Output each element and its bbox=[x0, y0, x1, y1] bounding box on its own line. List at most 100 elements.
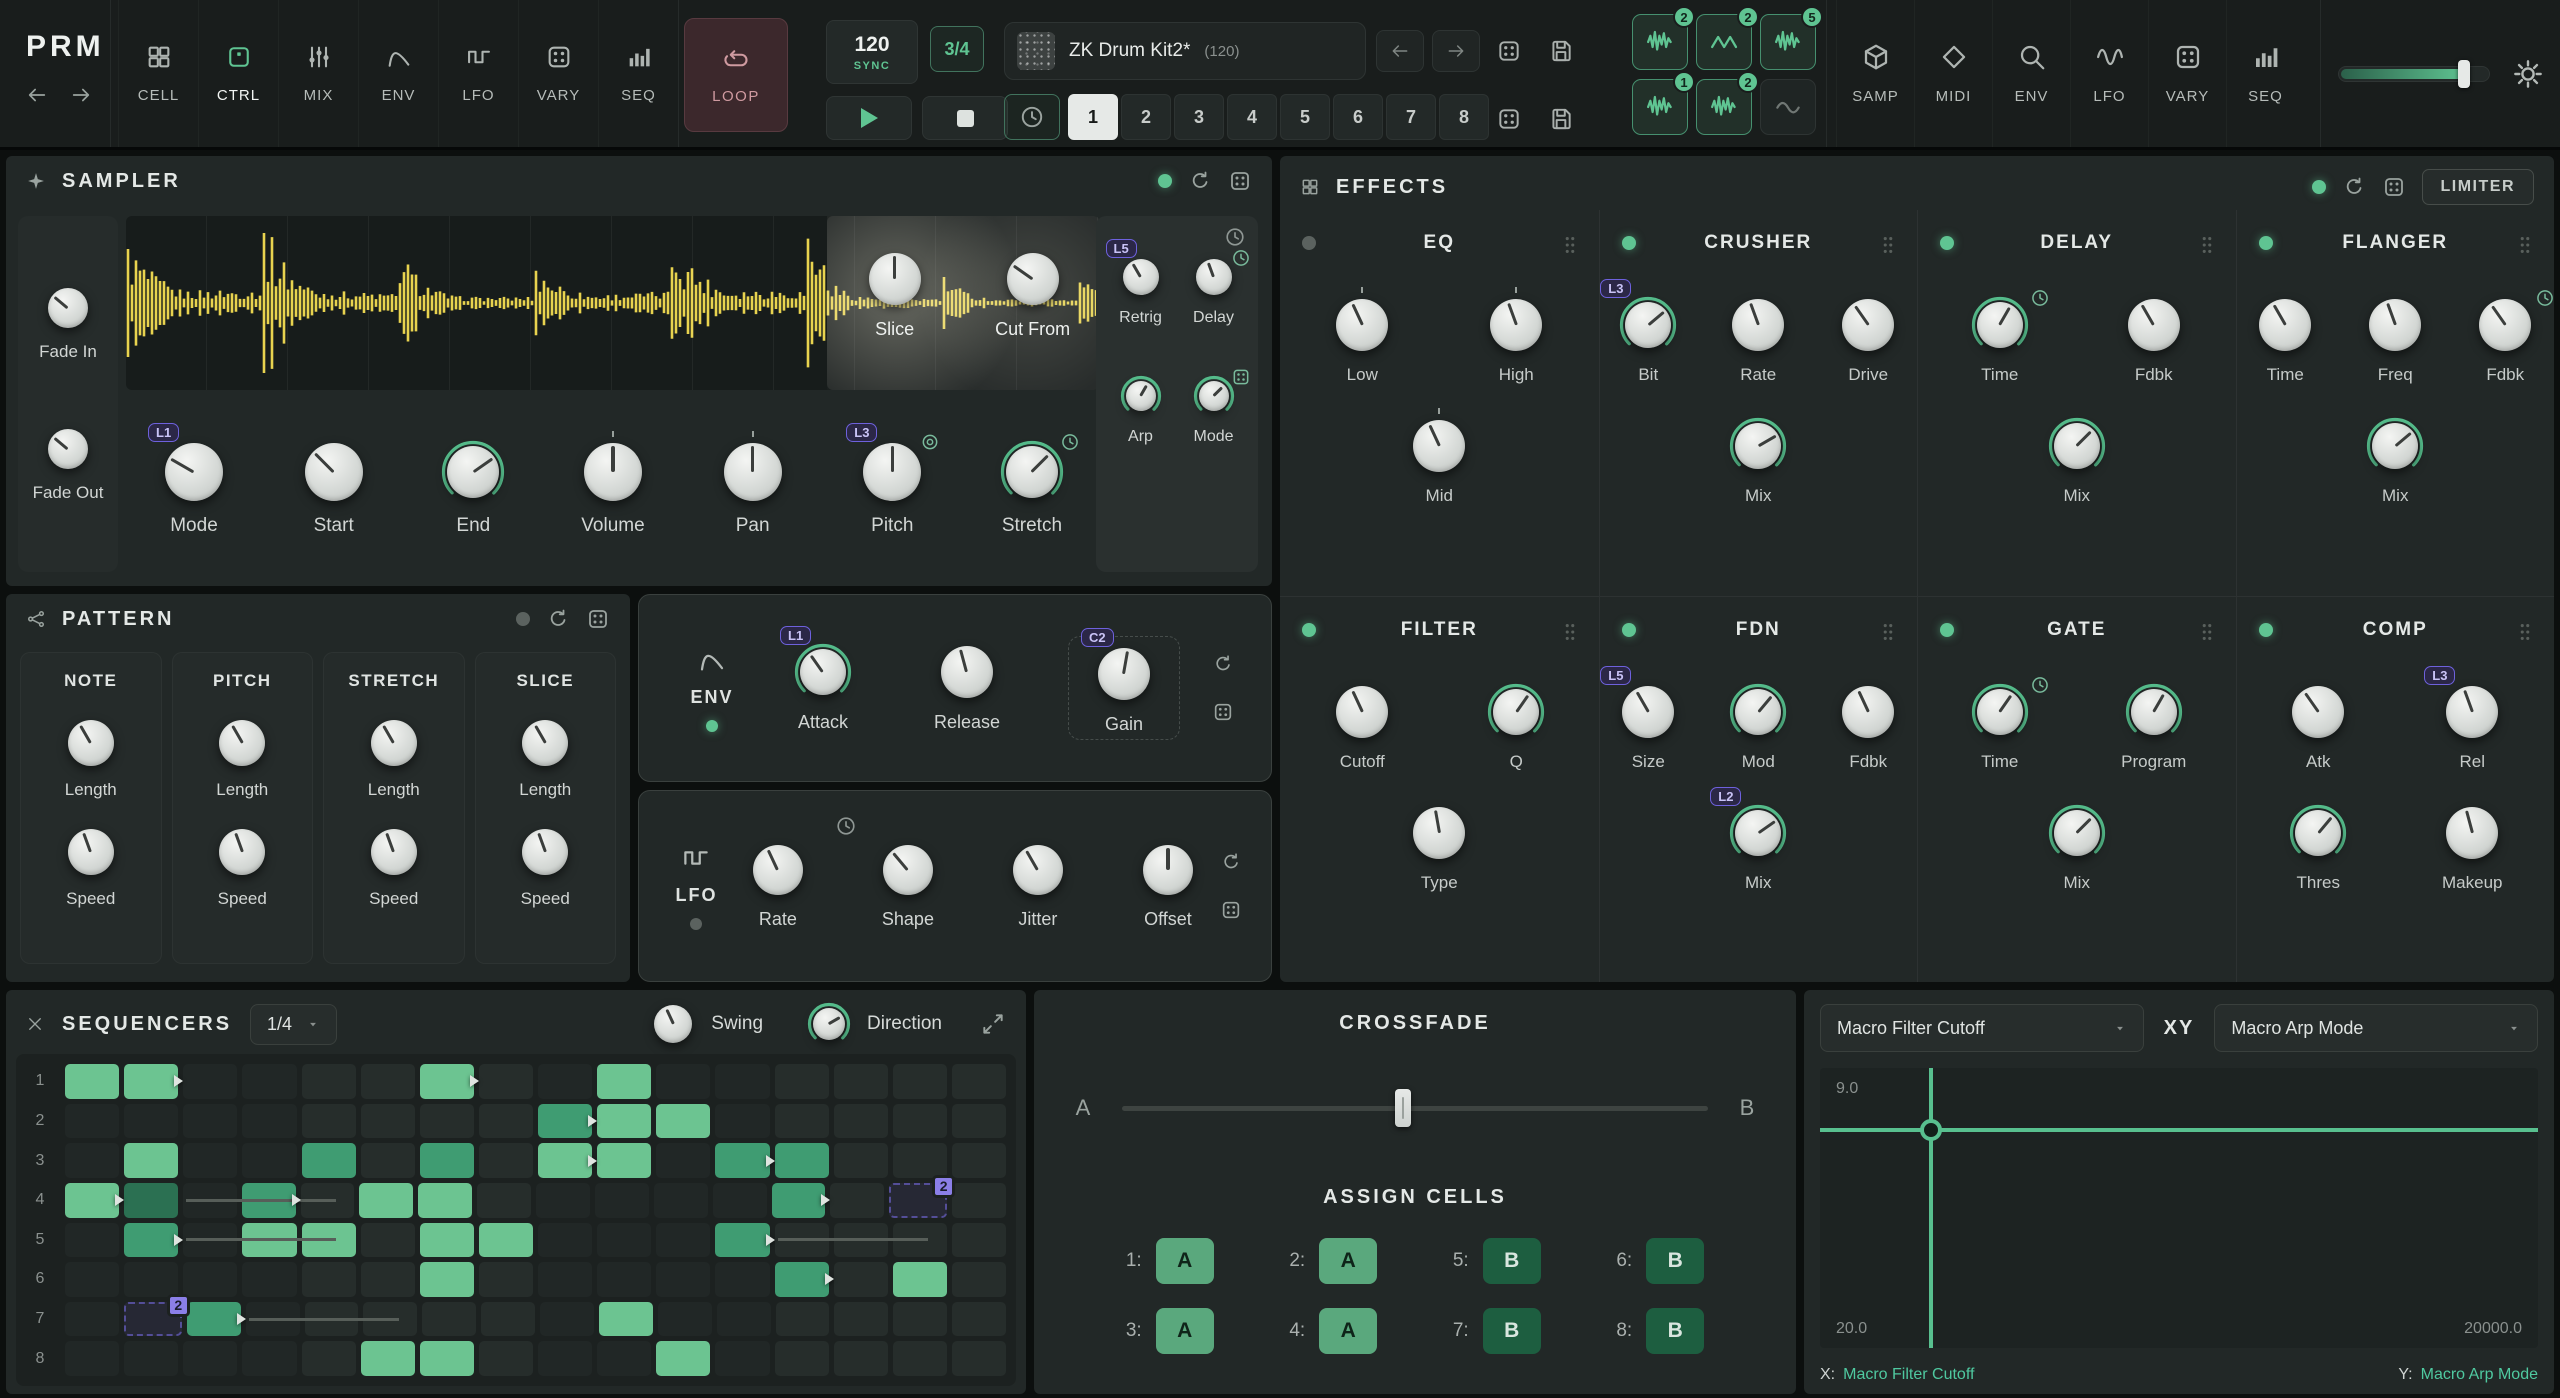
step-cell[interactable] bbox=[834, 1341, 888, 1376]
knob-speed[interactable]: Speed bbox=[202, 826, 282, 909]
preset-next-button[interactable] bbox=[1432, 30, 1480, 72]
step-cell[interactable] bbox=[952, 1262, 1006, 1297]
step-cell[interactable] bbox=[776, 1302, 830, 1337]
step-cell[interactable] bbox=[242, 1143, 296, 1178]
step-cell[interactable] bbox=[183, 1064, 237, 1099]
step-cell[interactable] bbox=[538, 1143, 592, 1178]
engine-nav-vary[interactable]: VARY bbox=[2148, 0, 2226, 147]
step-cell[interactable] bbox=[952, 1223, 1006, 1258]
loop-button[interactable]: LOOP bbox=[684, 18, 788, 132]
assign-cell-2-button[interactable]: A bbox=[1319, 1238, 1377, 1284]
crossfade-handle[interactable] bbox=[1395, 1089, 1411, 1127]
step-cell[interactable] bbox=[418, 1183, 472, 1218]
env-reset-icon[interactable] bbox=[1212, 653, 1234, 675]
cell-save-icon[interactable] bbox=[1548, 106, 1574, 132]
cell-button-7[interactable]: 7 bbox=[1386, 94, 1436, 140]
sample-slot-1[interactable]: 2 bbox=[1632, 14, 1688, 70]
knob-low[interactable]: Low bbox=[1314, 296, 1410, 385]
step-cell[interactable] bbox=[242, 1341, 296, 1376]
step-cell[interactable] bbox=[834, 1143, 888, 1178]
knob-length[interactable]: Length bbox=[202, 717, 282, 800]
knob-time[interactable]: Time bbox=[1952, 683, 2048, 772]
sample-slot-5[interactable]: 2 bbox=[1696, 79, 1752, 135]
pattern-reset-icon[interactable] bbox=[546, 607, 570, 631]
assign-cell-6-button[interactable]: B bbox=[1646, 1238, 1704, 1284]
knob-slice[interactable]: Slice bbox=[852, 250, 938, 340]
assign-cell-1-button[interactable]: A bbox=[1156, 1238, 1214, 1284]
step-cell[interactable] bbox=[656, 1143, 710, 1178]
history-forward-icon[interactable] bbox=[70, 84, 92, 106]
knob-freq[interactable]: Freq bbox=[2347, 296, 2443, 385]
step-cell[interactable] bbox=[124, 1262, 178, 1297]
sample-slot-4[interactable]: 1 bbox=[1632, 79, 1688, 135]
knob-drive[interactable]: Drive bbox=[1820, 296, 1916, 385]
knob-fdbk[interactable]: Fdbk bbox=[2106, 296, 2202, 385]
engine-nav-seq[interactable]: SEQ bbox=[2226, 0, 2304, 147]
knob-arp[interactable]: Arp bbox=[1106, 375, 1176, 446]
step-cell[interactable] bbox=[952, 1064, 1006, 1099]
play-button[interactable] bbox=[826, 96, 912, 140]
stop-button[interactable] bbox=[922, 96, 1008, 140]
step-cell[interactable] bbox=[65, 1064, 119, 1099]
step-cell[interactable] bbox=[361, 1262, 415, 1297]
step-cell[interactable] bbox=[538, 1104, 592, 1139]
step-cell[interactable] bbox=[481, 1302, 535, 1337]
step-cell[interactable] bbox=[242, 1104, 296, 1139]
lfo-enable-led[interactable] bbox=[690, 918, 702, 930]
step-cell[interactable] bbox=[302, 1064, 356, 1099]
step-cell[interactable] bbox=[124, 1341, 178, 1376]
assign-cell-3-button[interactable]: A bbox=[1156, 1308, 1214, 1354]
step-cell[interactable] bbox=[775, 1143, 829, 1178]
knob-fade-out[interactable]: Fade Out bbox=[31, 426, 105, 503]
y-macro-dropdown[interactable]: Macro Arp Mode bbox=[2214, 1004, 2538, 1052]
step-cell[interactable] bbox=[893, 1104, 947, 1139]
step-cell[interactable] bbox=[656, 1262, 710, 1297]
knob-mix[interactable]: Mix bbox=[1710, 417, 1806, 506]
knob-mod[interactable]: Mod bbox=[1710, 683, 1806, 772]
knob-thres[interactable]: Thres bbox=[2270, 804, 2366, 893]
step-cell[interactable] bbox=[656, 1223, 710, 1258]
sample-slot-3[interactable]: 5 bbox=[1760, 14, 1816, 70]
step-cell[interactable] bbox=[361, 1341, 415, 1376]
knob-end[interactable]: End bbox=[427, 440, 519, 537]
lfo-randomize-icon[interactable] bbox=[1220, 899, 1242, 921]
fx-enable-led[interactable] bbox=[1302, 623, 1316, 637]
knob-pitch[interactable]: L3Pitch bbox=[846, 440, 938, 537]
step-cell[interactable] bbox=[183, 1104, 237, 1139]
step-cell[interactable] bbox=[597, 1143, 651, 1178]
step-cell[interactable] bbox=[187, 1302, 241, 1337]
step-cell[interactable] bbox=[775, 1262, 829, 1297]
step-cell[interactable] bbox=[361, 1104, 415, 1139]
direction-control[interactable]: Direction bbox=[807, 1002, 942, 1046]
step-cell[interactable] bbox=[536, 1183, 590, 1218]
step-cell[interactable] bbox=[479, 1104, 533, 1139]
knob-fade-in[interactable]: Fade In bbox=[31, 285, 105, 362]
nav-ctrl[interactable]: CTRL bbox=[198, 0, 278, 147]
clock-icon[interactable] bbox=[1224, 226, 1246, 248]
knob-length[interactable]: Length bbox=[354, 717, 434, 800]
knob-cut-from[interactable]: Cut From bbox=[990, 250, 1076, 340]
bpm-display[interactable]: 120 SYNC bbox=[826, 20, 918, 84]
step-cell[interactable] bbox=[538, 1262, 592, 1297]
lfo-reset-icon[interactable] bbox=[1220, 851, 1242, 873]
step-cell[interactable] bbox=[597, 1223, 651, 1258]
cell-button-4[interactable]: 4 bbox=[1227, 94, 1277, 140]
step-cell[interactable] bbox=[302, 1341, 356, 1376]
cell-button-1[interactable]: 1 bbox=[1068, 94, 1118, 140]
sample-slot-6[interactable] bbox=[1760, 79, 1816, 135]
knob-time[interactable]: Time bbox=[1952, 296, 2048, 385]
fx-enable-led[interactable] bbox=[2259, 236, 2273, 250]
step-cell[interactable] bbox=[952, 1341, 1006, 1376]
step-cell[interactable] bbox=[658, 1302, 712, 1337]
step-cell[interactable] bbox=[538, 1223, 592, 1258]
nav-vary[interactable]: VARY bbox=[518, 0, 598, 147]
step-cell[interactable] bbox=[834, 1104, 888, 1139]
step-cell[interactable] bbox=[479, 1143, 533, 1178]
sampler-enable-led[interactable] bbox=[1158, 174, 1172, 188]
preset-save-icon[interactable] bbox=[1548, 38, 1574, 64]
step-cell[interactable] bbox=[656, 1104, 710, 1139]
cell-button-2[interactable]: 2 bbox=[1121, 94, 1171, 140]
x-macro-dropdown[interactable]: Macro Filter Cutoff bbox=[1820, 1004, 2144, 1052]
knob-retrig[interactable]: L5Retrig bbox=[1106, 256, 1176, 327]
knob-attack[interactable]: L1Attack bbox=[780, 643, 866, 733]
